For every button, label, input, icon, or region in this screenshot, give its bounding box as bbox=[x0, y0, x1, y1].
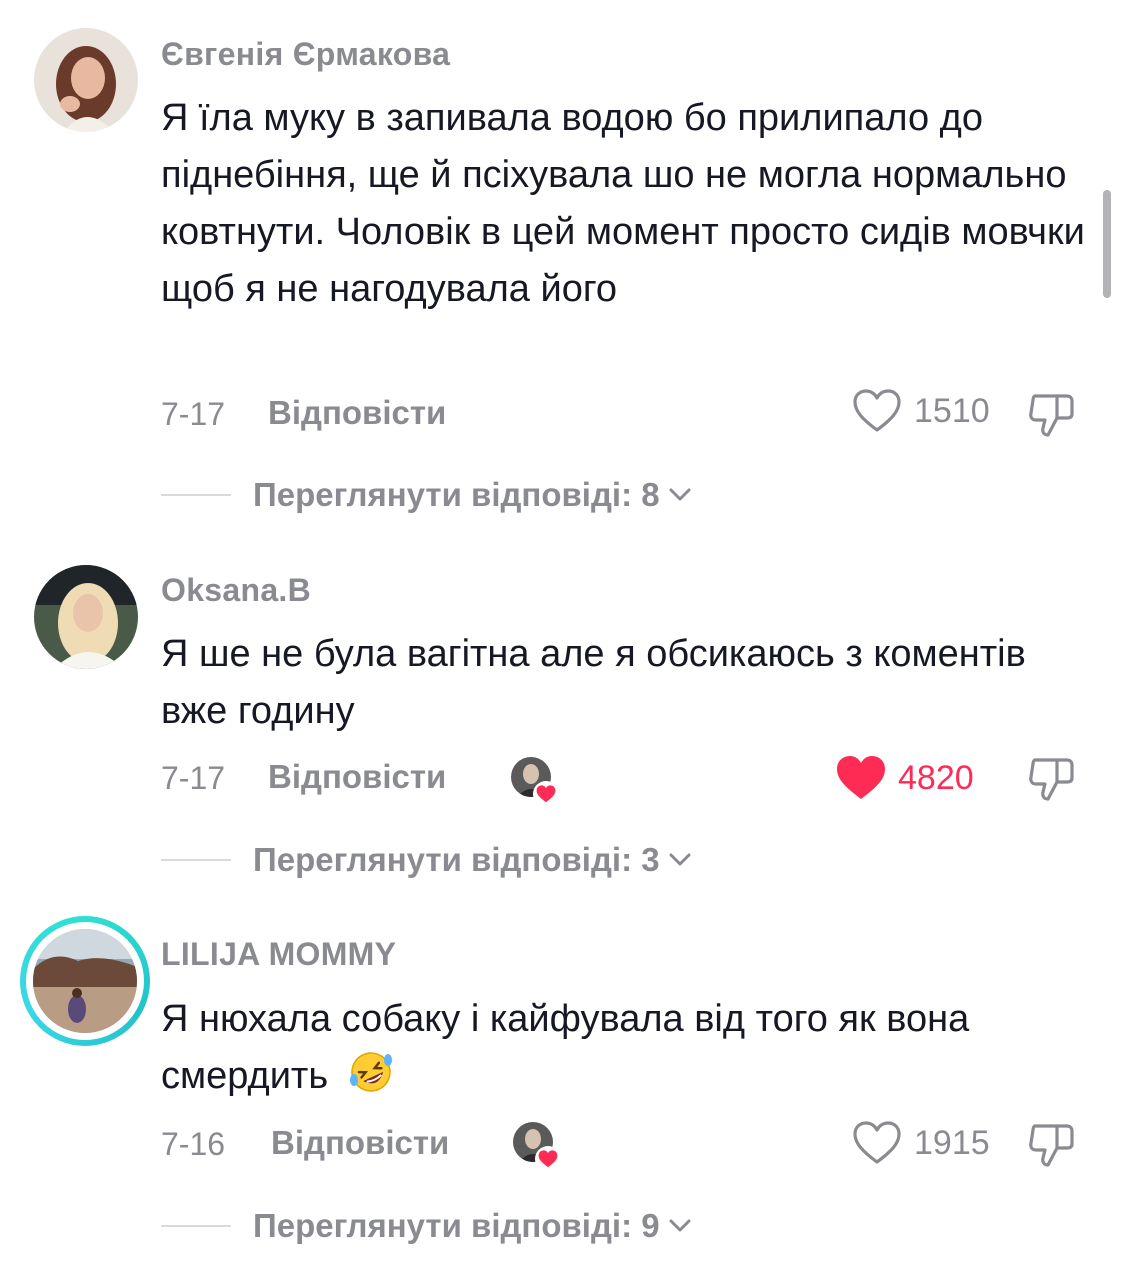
view-replies-label: Переглянути відповіді: 3 bbox=[253, 841, 660, 878]
comment-username[interactable]: Євгенія Єрмакова bbox=[161, 36, 450, 73]
thumbs-down-icon bbox=[1029, 1124, 1074, 1167]
view-replies-button[interactable]: Переглянути відповіді: 3 bbox=[161, 841, 692, 879]
thumbs-down-icon bbox=[1029, 394, 1074, 437]
view-replies-button[interactable]: Переглянути відповіді: 8 bbox=[161, 476, 692, 514]
like-button[interactable]: 4820 bbox=[836, 755, 974, 801]
like-count: 1915 bbox=[914, 1123, 990, 1162]
heart-filled-icon bbox=[837, 756, 885, 799]
reply-button[interactable]: Відповісти bbox=[271, 1124, 449, 1162]
view-replies-label: Переглянути відповіді: 8 bbox=[253, 476, 660, 513]
heart-outline-icon bbox=[853, 1121, 901, 1164]
chevron-down-icon bbox=[669, 488, 691, 501]
scrollbar[interactable] bbox=[1103, 190, 1111, 298]
comment-date: 7-16 bbox=[161, 1126, 226, 1162]
view-replies-label: Переглянути відповіді: 9 bbox=[253, 1207, 660, 1244]
creator-liked-avatar bbox=[511, 757, 559, 807]
comment-text: Я ше не була вагітна але я обсикаюсь з к… bbox=[161, 633, 1026, 732]
heart-filled-icon bbox=[538, 1150, 558, 1168]
dislike-button[interactable] bbox=[1027, 1120, 1077, 1175]
like-button[interactable]: 1510 bbox=[852, 388, 990, 434]
dislike-button[interactable] bbox=[1027, 390, 1077, 445]
chevron-down-icon bbox=[669, 853, 691, 866]
like-count: 1510 bbox=[914, 391, 990, 430]
view-replies-button[interactable]: Переглянути відповіді: 9 bbox=[161, 1207, 692, 1245]
divider bbox=[161, 859, 231, 861]
comment-username[interactable]: LILIJA MOMMY bbox=[161, 936, 396, 973]
rofl-emoji bbox=[347, 1050, 395, 1094]
reply-button[interactable]: Відповісти bbox=[268, 758, 446, 796]
comment-text: Я їла муку в запивала водою бо прилипало… bbox=[161, 97, 1085, 310]
like-button[interactable]: 1915 bbox=[852, 1120, 990, 1166]
comment-date: 7-17 bbox=[161, 760, 226, 796]
heart-filled-icon bbox=[536, 785, 556, 803]
reply-button[interactable]: Відповісти bbox=[268, 394, 446, 432]
like-count: 4820 bbox=[898, 758, 974, 797]
creator-liked-avatar bbox=[513, 1122, 561, 1172]
heart-outline-icon bbox=[853, 389, 901, 432]
comment-date: 7-17 bbox=[161, 396, 226, 432]
dislike-button[interactable] bbox=[1027, 754, 1077, 809]
comment-username[interactable]: Oksana.B bbox=[161, 572, 311, 609]
avatar[interactable] bbox=[33, 929, 137, 1033]
thumbs-down-icon bbox=[1029, 758, 1074, 801]
avatar[interactable] bbox=[34, 565, 138, 669]
avatar[interactable] bbox=[34, 28, 138, 132]
chevron-down-icon bbox=[669, 1219, 691, 1232]
comment-text: Я нюхала собаку і кайфувала від того як … bbox=[161, 991, 1091, 1105]
divider bbox=[161, 1225, 231, 1227]
comment-text-body: Я нюхала собаку і кайфувала від того як … bbox=[161, 998, 970, 1097]
divider bbox=[161, 494, 231, 496]
